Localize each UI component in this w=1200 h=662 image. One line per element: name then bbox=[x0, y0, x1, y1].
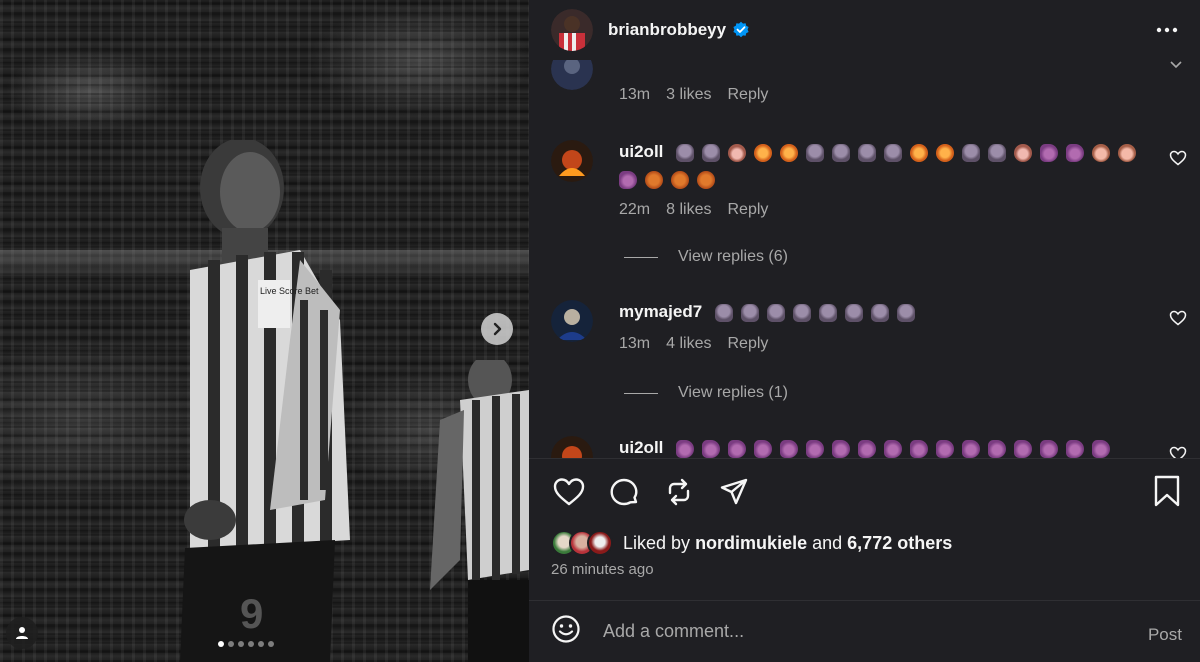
chevron-right-icon bbox=[493, 322, 502, 336]
tagged-users-button[interactable] bbox=[6, 617, 38, 649]
comment-composer: Post bbox=[529, 601, 1200, 662]
heart-icon bbox=[553, 478, 585, 506]
author-username[interactable]: brianbrobbeyy bbox=[608, 20, 726, 40]
comment-button[interactable] bbox=[606, 474, 642, 510]
carousel-dot bbox=[228, 641, 234, 647]
comment-input[interactable] bbox=[603, 621, 1103, 642]
author-avatar-image bbox=[551, 8, 593, 51]
view-replies-line bbox=[624, 392, 658, 394]
user-icon bbox=[16, 627, 28, 639]
comment-avatar[interactable] bbox=[551, 436, 593, 458]
like-comment-heart-icon[interactable] bbox=[1169, 150, 1187, 166]
comment-emoji-text bbox=[675, 144, 1144, 163]
view-replies-button[interactable]: View replies (1) bbox=[624, 384, 788, 402]
jersey-number: 9 bbox=[240, 590, 263, 637]
view-replies-button[interactable]: View replies (6) bbox=[624, 248, 788, 266]
instagram-post-view: Live Score Bet 9 brianbrobbeyy 13m 3 lik… bbox=[0, 0, 1200, 662]
carousel-dot-active bbox=[218, 641, 224, 647]
chevron-down-icon[interactable] bbox=[1169, 60, 1183, 70]
smiley-face-icon bbox=[552, 615, 580, 643]
liked-by-joiner: and bbox=[812, 532, 843, 553]
liker-avatar bbox=[587, 530, 613, 556]
carousel-dot bbox=[268, 641, 274, 647]
comment-meta: 22m 8 likes Reply bbox=[619, 201, 1149, 219]
author-avatar[interactable] bbox=[551, 8, 593, 51]
liked-by-others[interactable]: 6,772 others bbox=[847, 533, 952, 553]
comment-meta: 13m 4 likes Reply bbox=[619, 335, 1149, 353]
like-comment-heart-icon[interactable] bbox=[1169, 446, 1187, 458]
liked-by-summary[interactable]: Liked by nordimukiele and 6,772 others bbox=[551, 530, 952, 556]
emoji-picker-button[interactable] bbox=[551, 614, 581, 649]
comment-time: 22m bbox=[619, 201, 651, 218]
like-comment-heart-icon[interactable] bbox=[1169, 310, 1187, 326]
share-button[interactable] bbox=[716, 474, 752, 510]
comment-likes[interactable]: 4 likes bbox=[666, 335, 711, 353]
more-options-icon[interactable] bbox=[1156, 20, 1178, 40]
carousel-dot bbox=[238, 641, 244, 647]
carousel-dot bbox=[248, 641, 254, 647]
comment-username[interactable]: mymajed7 bbox=[619, 302, 702, 321]
post-details-panel: brianbrobbeyy 13m 3 likes Reply ui2oll 2… bbox=[529, 0, 1200, 662]
comment-avatar[interactable] bbox=[551, 140, 593, 182]
repost-icon bbox=[668, 478, 690, 506]
actions-divider bbox=[529, 458, 1200, 459]
send-paper-plane-icon bbox=[720, 478, 748, 505]
sponsor-text: Live Score Bet bbox=[260, 286, 319, 296]
comment-likes[interactable]: 8 likes bbox=[666, 201, 711, 219]
comment-time: 13m bbox=[619, 335, 651, 352]
comment-username[interactable]: ui2oll bbox=[619, 438, 663, 457]
next-photo-button[interactable] bbox=[481, 313, 513, 345]
carousel-dot bbox=[258, 641, 264, 647]
liked-by-user[interactable]: nordimukiele bbox=[695, 533, 807, 553]
liked-by-avatars bbox=[551, 530, 613, 556]
reply-button[interactable]: Reply bbox=[727, 335, 768, 353]
verified-badge-icon bbox=[733, 21, 749, 37]
player-image: Live Score Bet 9 bbox=[180, 140, 350, 662]
reply-button[interactable]: Reply bbox=[727, 86, 768, 104]
comment-avatar[interactable] bbox=[551, 60, 593, 90]
reply-button[interactable]: Reply bbox=[727, 201, 768, 219]
post-action-bar bbox=[551, 474, 752, 510]
like-button[interactable] bbox=[551, 474, 587, 510]
save-button[interactable] bbox=[1152, 474, 1182, 513]
post-photo[interactable]: Live Score Bet 9 bbox=[0, 0, 529, 662]
carousel-indicator bbox=[218, 641, 274, 647]
view-replies-label: View replies (1) bbox=[678, 384, 788, 401]
comment-meta: 13m 3 likes Reply bbox=[619, 86, 1149, 104]
comment-time: 13m bbox=[619, 86, 651, 103]
post-comment-button[interactable]: Post bbox=[1148, 625, 1182, 645]
second-player-image bbox=[430, 360, 529, 662]
comment-emoji-text bbox=[675, 440, 1118, 458]
repost-button[interactable] bbox=[661, 474, 697, 510]
post-timestamp[interactable]: 26 minutes ago bbox=[551, 561, 654, 578]
bookmark-icon bbox=[1154, 475, 1180, 507]
comment-emoji-text bbox=[714, 304, 923, 323]
view-replies-label: View replies (6) bbox=[678, 248, 788, 265]
liked-by-prefix: Liked by bbox=[623, 532, 691, 553]
comment-avatar[interactable] bbox=[551, 300, 593, 342]
comment-likes[interactable]: 3 likes bbox=[666, 86, 711, 104]
comment-bubble-icon bbox=[610, 478, 638, 506]
comments-list[interactable]: 13m 3 likes Reply ui2oll 22m 8 likes Rep… bbox=[529, 60, 1200, 458]
comment-username[interactable]: ui2oll bbox=[619, 142, 663, 161]
view-replies-line bbox=[624, 256, 658, 258]
post-header: brianbrobbeyy bbox=[529, 0, 1200, 60]
